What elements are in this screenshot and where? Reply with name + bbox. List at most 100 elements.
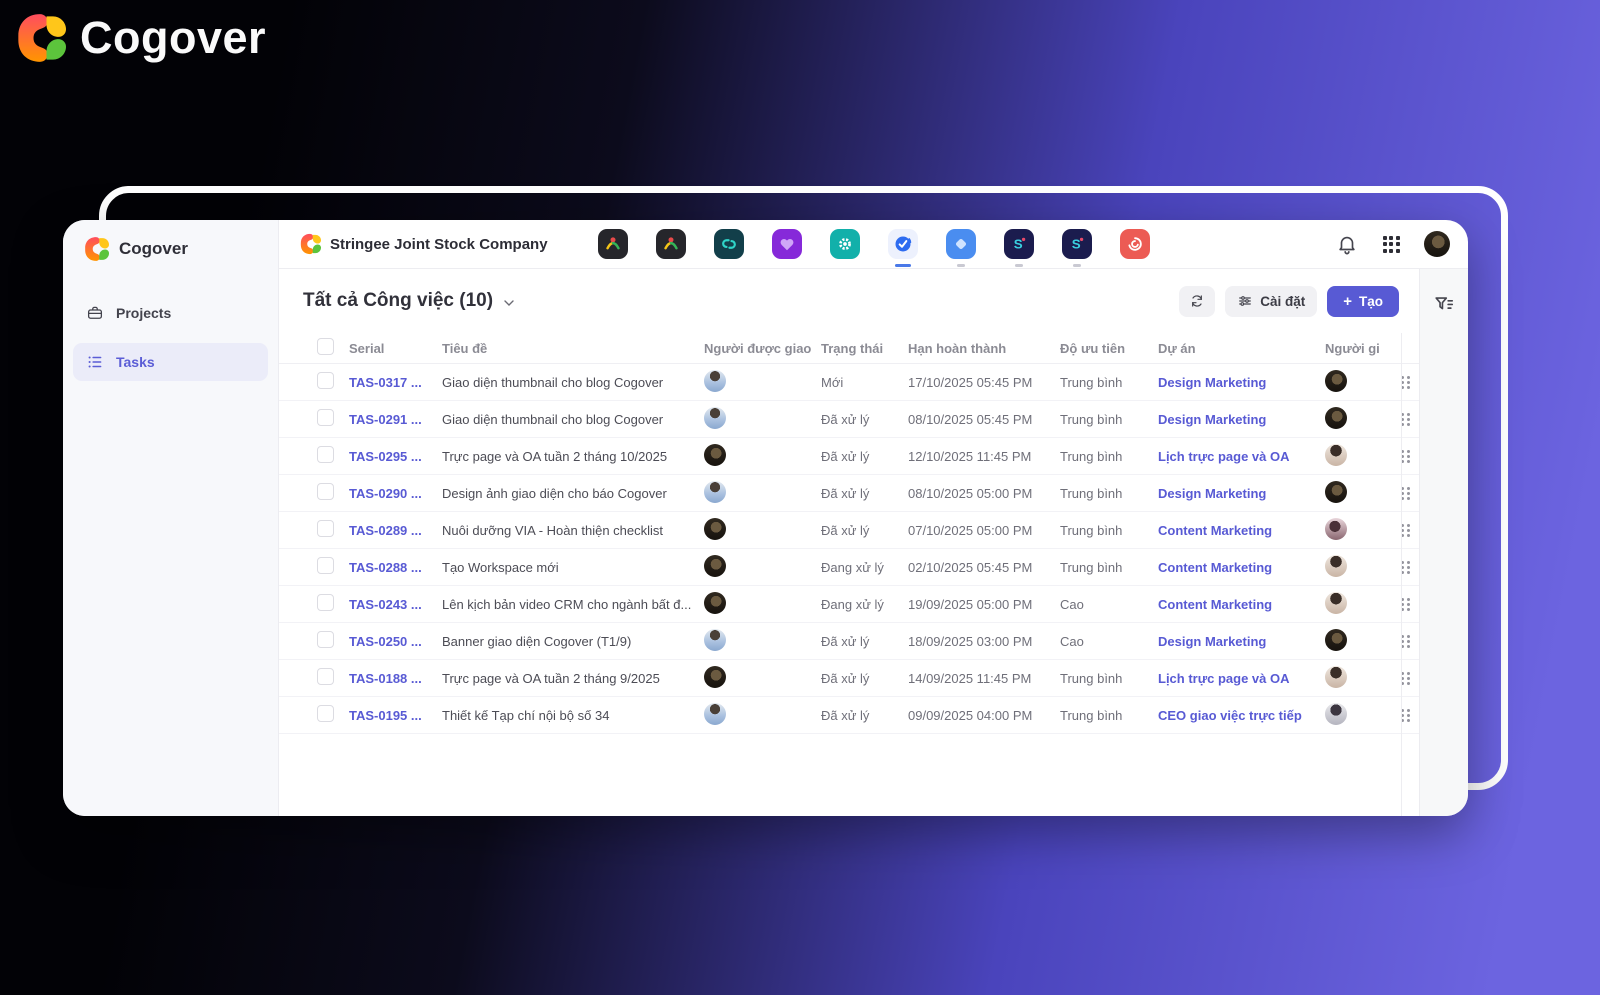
- task-project-link[interactable]: Design Marketing: [1158, 634, 1325, 649]
- table-row[interactable]: TAS-0317 ... Giao diện thumbnail cho blo…: [279, 364, 1419, 401]
- notifications-button[interactable]: [1336, 233, 1358, 255]
- filter-icon[interactable]: [1433, 293, 1455, 315]
- supervisor-avatar[interactable]: [1325, 407, 1347, 429]
- user-avatar[interactable]: [1424, 231, 1450, 257]
- task-project-link[interactable]: Content Marketing: [1158, 597, 1325, 612]
- row-checkbox[interactable]: [317, 594, 334, 611]
- task-project-link[interactable]: Lịch trực page và OA: [1158, 671, 1325, 686]
- hrm-app-icon-2[interactable]: [656, 229, 686, 259]
- task-serial-link[interactable]: TAS-0243 ...: [349, 597, 442, 612]
- row-checkbox[interactable]: [317, 557, 334, 574]
- task-project-link[interactable]: Lịch trực page và OA: [1158, 449, 1325, 464]
- row-checkbox[interactable]: [317, 520, 334, 537]
- task-project-link[interactable]: Content Marketing: [1158, 560, 1325, 575]
- link-app-icon[interactable]: [714, 229, 744, 259]
- view-selector[interactable]: Tất cả Công việc (10): [303, 290, 517, 312]
- task-serial-link[interactable]: TAS-0195 ...: [349, 708, 442, 723]
- row-menu-icon[interactable]: [1401, 487, 1411, 500]
- sidebar-item-projects[interactable]: Projects: [73, 294, 268, 332]
- table-row[interactable]: TAS-0243 ... Lên kịch bản video CRM cho …: [279, 586, 1419, 623]
- assignee-avatar[interactable]: [704, 444, 726, 466]
- column-header-project[interactable]: Dự án: [1158, 341, 1325, 356]
- row-menu-icon[interactable]: [1401, 413, 1411, 426]
- row-checkbox[interactable]: [317, 705, 334, 722]
- task-serial-link[interactable]: TAS-0288 ...: [349, 560, 442, 575]
- task-serial-link[interactable]: TAS-0291 ...: [349, 412, 442, 427]
- supervisor-avatar[interactable]: [1325, 592, 1347, 614]
- column-header-title[interactable]: Tiêu đề: [442, 341, 704, 356]
- assignee-avatar[interactable]: [704, 407, 726, 429]
- row-menu-icon[interactable]: [1401, 598, 1411, 611]
- row-menu-icon[interactable]: [1401, 672, 1411, 685]
- table-row[interactable]: TAS-0188 ... Trực page và OA tuần 2 thán…: [279, 660, 1419, 697]
- task-project-link[interactable]: Content Marketing: [1158, 523, 1325, 538]
- column-header-supervisor[interactable]: Người gi: [1325, 341, 1401, 356]
- assignee-avatar[interactable]: [704, 629, 726, 651]
- table-row[interactable]: TAS-0195 ... Thiết kế Tạp chí nội bộ số …: [279, 697, 1419, 734]
- supervisor-avatar[interactable]: [1325, 481, 1347, 503]
- row-checkbox[interactable]: [317, 631, 334, 648]
- task-project-link[interactable]: CEO giao việc trực tiếp: [1158, 708, 1325, 723]
- settings-button[interactable]: Cài đặt: [1225, 286, 1317, 317]
- tasks-check-app-icon[interactable]: [888, 229, 918, 259]
- row-checkbox[interactable]: [317, 409, 334, 426]
- assignee-avatar[interactable]: [704, 703, 726, 725]
- supervisor-avatar[interactable]: [1325, 555, 1347, 577]
- row-checkbox[interactable]: [317, 483, 334, 500]
- task-project-link[interactable]: Design Marketing: [1158, 412, 1325, 427]
- refresh-button[interactable]: [1179, 286, 1215, 317]
- task-project-link[interactable]: Design Marketing: [1158, 486, 1325, 501]
- task-serial-link[interactable]: TAS-0290 ...: [349, 486, 442, 501]
- row-menu-icon[interactable]: [1401, 376, 1411, 389]
- supervisor-avatar[interactable]: [1325, 444, 1347, 466]
- task-serial-link[interactable]: TAS-0317 ...: [349, 375, 442, 390]
- gear-app-icon[interactable]: [830, 229, 860, 259]
- row-menu-icon[interactable]: [1401, 524, 1411, 537]
- column-header-assignee[interactable]: Người được giao: [704, 341, 821, 356]
- create-button[interactable]: + Tạo: [1327, 286, 1399, 317]
- table-row[interactable]: TAS-0289 ... Nuôi dưỡng VIA - Hoàn thiện…: [279, 512, 1419, 549]
- assignee-avatar[interactable]: [704, 666, 726, 688]
- task-serial-link[interactable]: TAS-0289 ...: [349, 523, 442, 538]
- table-row[interactable]: TAS-0290 ... Design ảnh giao diện cho bá…: [279, 475, 1419, 512]
- assignee-avatar[interactable]: [704, 555, 726, 577]
- row-menu-icon[interactable]: [1401, 635, 1411, 648]
- column-header-priority[interactable]: Độ ưu tiên: [1060, 341, 1158, 356]
- diamond-app-icon[interactable]: [946, 229, 976, 259]
- stringee-app-icon[interactable]: S: [1004, 229, 1034, 259]
- task-project-link[interactable]: Design Marketing: [1158, 375, 1325, 390]
- column-header-status[interactable]: Trạng thái: [821, 341, 908, 356]
- table-row[interactable]: TAS-0295 ... Trực page và OA tuần 2 thán…: [279, 438, 1419, 475]
- table-row[interactable]: TAS-0291 ... Giao diện thumbnail cho blo…: [279, 401, 1419, 438]
- stringee-app-icon-2[interactable]: S: [1062, 229, 1092, 259]
- column-header-serial[interactable]: Serial: [349, 341, 442, 356]
- task-serial-link[interactable]: TAS-0188 ...: [349, 671, 442, 686]
- row-checkbox[interactable]: [317, 668, 334, 685]
- apps-menu-button[interactable]: [1380, 233, 1402, 255]
- supervisor-avatar[interactable]: [1325, 703, 1347, 725]
- hrm-app-icon[interactable]: [598, 229, 628, 259]
- supervisor-avatar[interactable]: [1325, 518, 1347, 540]
- row-checkbox[interactable]: [317, 446, 334, 463]
- workspace-switcher[interactable]: Stringee Joint Stock Company: [299, 233, 548, 255]
- row-menu-icon[interactable]: [1401, 709, 1411, 722]
- assignee-avatar[interactable]: [704, 518, 726, 540]
- supervisor-avatar[interactable]: [1325, 629, 1347, 651]
- row-checkbox[interactable]: [317, 372, 334, 389]
- select-all-checkbox[interactable]: [317, 338, 334, 355]
- heart-app-icon[interactable]: [772, 229, 802, 259]
- assignee-avatar[interactable]: [704, 481, 726, 503]
- sidebar-item-tasks[interactable]: Tasks: [73, 343, 268, 381]
- column-header-due-date[interactable]: Hạn hoàn thành: [908, 341, 1060, 356]
- task-serial-link[interactable]: TAS-0295 ...: [349, 449, 442, 464]
- swirl-app-icon[interactable]: [1120, 229, 1150, 259]
- supervisor-avatar[interactable]: [1325, 666, 1347, 688]
- assignee-avatar[interactable]: [704, 592, 726, 614]
- assignee-avatar[interactable]: [704, 370, 726, 392]
- table-row[interactable]: TAS-0288 ... Tạo Workspace mới Đang xử l…: [279, 549, 1419, 586]
- task-serial-link[interactable]: TAS-0250 ...: [349, 634, 442, 649]
- table-row[interactable]: TAS-0250 ... Banner giao diện Cogover (T…: [279, 623, 1419, 660]
- row-menu-icon[interactable]: [1401, 450, 1411, 463]
- row-menu-icon[interactable]: [1401, 561, 1411, 574]
- supervisor-avatar[interactable]: [1325, 370, 1347, 392]
